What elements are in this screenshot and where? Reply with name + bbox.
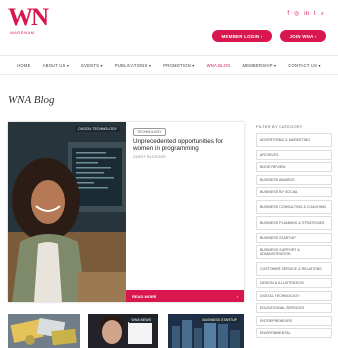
sidebar-item-business-planning[interactable]: BUSINESS PLANNING & STRATEGIES [256, 216, 332, 230]
wna-logo[interactable]: WN WARRNAM [8, 4, 68, 38]
category-tag[interactable]: TECHNOLOGY [133, 128, 166, 136]
featured-post-image[interactable]: DIGITAL TECHNOLOGY [8, 122, 126, 302]
instagram-icon[interactable]: ◎ [294, 11, 299, 17]
facebook-icon[interactable]: f [287, 11, 289, 17]
thumbnail-tag-business-startup[interactable]: BUSINESS STARTUP [199, 317, 240, 323]
image-category-tag[interactable]: DIGITAL TECHNOLOGY [75, 126, 120, 132]
main-nav: HOME ABOUT US ▾ EVENTS ▾ PUBLICATIONS ▾ … [0, 55, 338, 75]
woman-at-computer-photo [8, 122, 126, 302]
search-icon[interactable]: ⌕ [321, 11, 324, 17]
sidebar-item-digital-technology[interactable]: DIGITAL TECHNOLOGY [256, 290, 332, 301]
category-sidebar: FILTER BY CATEGORY ADVERTISING & MARKETI… [256, 124, 332, 341]
nav-item-contact-us[interactable]: CONTACT US ▾ [282, 63, 327, 68]
nav-item-events[interactable]: EVENTS ▾ [75, 63, 109, 68]
nav-item-home[interactable]: HOME [11, 63, 36, 68]
post-thumbnail-1[interactable] [8, 314, 80, 348]
post-thumbnail-2[interactable]: WNA NEWS [88, 314, 158, 348]
read-more-label: READ MORE [132, 293, 157, 299]
sidebar-item-book-review[interactable]: BOOK REVIEW [256, 162, 332, 172]
featured-post-author[interactable]: GUEST BLOGGER [133, 155, 166, 159]
featured-post-body: TECHNOLOGY Unprecedented opportunities f… [126, 122, 244, 302]
thumbnail-tag-wna-news[interactable]: WNA NEWS [128, 317, 154, 323]
member-login-button[interactable]: MEMBER LOGIN › [212, 30, 272, 42]
featured-post-title[interactable]: Unprecedented opportunities for women in… [133, 138, 241, 153]
nav-item-publications[interactable]: PUBLICATIONS ▾ [109, 63, 157, 68]
logo-text: WN [8, 4, 49, 31]
sidebar-item-entrepreneurs[interactable]: ENTREPRENEURS [256, 315, 332, 326]
join-wna-button[interactable]: JOIN WNA › [280, 30, 326, 42]
sidebar-item-business-awards[interactable]: BUSINESS AWARDS [256, 174, 332, 185]
featured-post-card[interactable]: DIGITAL TECHNOLOGY TECHNOLOGY Unpreceden… [8, 122, 244, 302]
sidebar-item-advertising-marketing[interactable]: ADVERTISING & MARKETING [256, 133, 332, 147]
twitter-icon[interactable]: t [314, 11, 316, 17]
sidebar-item-business-by-social[interactable]: BUSINESS BY SOCIAL [256, 187, 332, 197]
nav-item-promotion[interactable]: PROMOTION ▾ [157, 63, 200, 68]
sidebar-item-business-startup[interactable]: BUSINESS STARTUP [256, 232, 332, 243]
chevron-right-icon: › [236, 293, 238, 299]
social-links: f ◎ in t ⌕ [287, 11, 324, 17]
sidebar-item-customer-service[interactable]: CUSTOMER SERVICE & RELATIONS [256, 261, 332, 276]
sidebar-item-environmental[interactable]: ENVIRONMENTAL [256, 328, 332, 338]
linkedin-icon[interactable]: in [304, 11, 309, 17]
nav-item-wna-blog[interactable]: WNA BLOG [201, 63, 237, 68]
sidebar-item-design-illustration[interactable]: DESIGN & ILLUSTRATION [256, 278, 332, 288]
page-title: WNA Blog [8, 94, 55, 106]
nav-item-about-us[interactable]: ABOUT US ▾ [37, 63, 76, 68]
post-thumbnail-3[interactable]: BUSINESS STARTUP [168, 314, 244, 348]
sidebar-item-educational-services[interactable]: EDUCATIONAL SERVICES [256, 303, 332, 313]
money-photo [8, 314, 80, 348]
sidebar-item-business-support[interactable]: BUSINESS SUPPORT & ADMINISTRATION [256, 245, 332, 259]
sidebar-item-business-consulting[interactable]: BUSINESS CONSULTING & COACHING [256, 199, 332, 214]
sidebar-item-archives[interactable]: ARCHIVES [256, 149, 332, 160]
sidebar-heading: FILTER BY CATEGORY [256, 124, 303, 129]
read-more-button[interactable]: READ MORE › [126, 290, 244, 302]
nav-item-membership[interactable]: MEMBERSHIP ▾ [237, 63, 283, 68]
